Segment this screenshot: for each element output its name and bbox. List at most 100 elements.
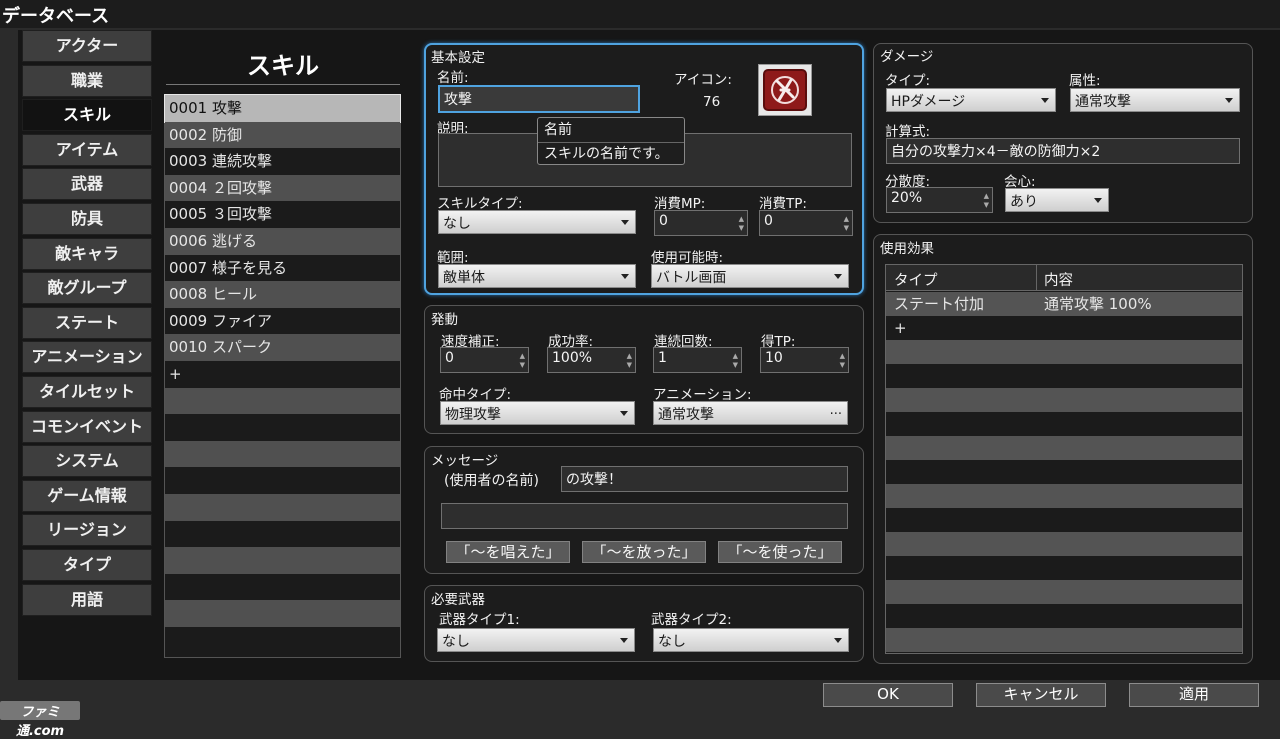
- list-item[interactable]: 0003 連続攻撃: [165, 148, 400, 175]
- spin-down-icon[interactable]: ▼: [627, 361, 632, 369]
- mp-cost-stepper[interactable]: 0 ▲ ▼: [654, 210, 748, 236]
- critical-dropdown[interactable]: あり: [1005, 188, 1109, 212]
- empty-row[interactable]: [886, 628, 1242, 652]
- empty-row[interactable]: [165, 521, 400, 548]
- cancel-button[interactable]: キャンセル: [976, 683, 1106, 707]
- list-item[interactable]: 0001 攻撃: [164, 94, 401, 123]
- list-item[interactable]: 0004 ２回攻撃: [165, 174, 400, 202]
- scope-dropdown[interactable]: 敵単体: [438, 264, 636, 288]
- watermark-logo: ファミ通.com: [0, 701, 80, 739]
- tp-gain-stepper[interactable]: 10 ▲ ▼: [760, 347, 849, 373]
- list-item[interactable]: 0007 様子を見る: [165, 255, 400, 282]
- list-item[interactable]: 0010 スパーク: [165, 334, 400, 361]
- sidebar-item[interactable]: アクター: [22, 30, 152, 62]
- empty-row[interactable]: [886, 364, 1242, 388]
- sidebar-item[interactable]: 武器: [22, 168, 152, 201]
- empty-row[interactable]: [886, 436, 1242, 460]
- empty-row[interactable]: [165, 547, 400, 574]
- spin-up-icon[interactable]: ▲: [840, 352, 845, 360]
- empty-row[interactable]: [886, 388, 1242, 412]
- invocation-panel: 発動 速度補正: 0 ▲ ▼ 成功率: 100% ▲ ▼ 連続回数: 1 ▲ ▼ 得T…: [424, 305, 864, 434]
- speed-stepper[interactable]: 0 ▲ ▼: [440, 347, 529, 373]
- variance-stepper[interactable]: 20% ▲ ▼: [886, 187, 993, 213]
- sidebar-item[interactable]: アニメーション: [22, 341, 152, 374]
- empty-row[interactable]: [886, 556, 1242, 580]
- sidebar-item[interactable]: アイテム: [22, 133, 152, 166]
- skill-list[interactable]: 0001 攻撃 0002 防御 0003 連続攻撃 0004 ２回攻撃 0005 ３回攻…: [164, 94, 401, 658]
- animation-selector[interactable]: 通常攻撃 ...: [653, 401, 848, 425]
- empty-row[interactable]: [886, 532, 1242, 556]
- element-dropdown[interactable]: 通常攻撃: [1070, 88, 1240, 112]
- empty-row[interactable]: [165, 600, 400, 627]
- hit-type-dropdown[interactable]: 物理攻撃: [440, 401, 635, 425]
- sidebar-item[interactable]: システム: [22, 445, 152, 478]
- empty-row[interactable]: [165, 440, 400, 468]
- empty-row[interactable]: [165, 467, 400, 494]
- empty-row[interactable]: [886, 580, 1242, 604]
- sidebar-item[interactable]: ステート: [22, 306, 152, 339]
- icon-picker[interactable]: [758, 64, 812, 116]
- sidebar-item[interactable]: タイプ: [22, 549, 152, 581]
- sidebar-item[interactable]: 敵キャラ: [22, 237, 152, 270]
- apply-button[interactable]: 適用: [1129, 683, 1259, 707]
- use-button[interactable]: 「～を使った」: [718, 541, 842, 563]
- empty-row[interactable]: [886, 604, 1242, 628]
- damage-type-dropdown[interactable]: HPダメージ: [886, 88, 1056, 112]
- ok-button[interactable]: OK: [823, 683, 953, 707]
- empty-row[interactable]: [886, 340, 1242, 364]
- sidebar-item[interactable]: 職業: [22, 64, 152, 97]
- empty-row[interactable]: [886, 508, 1242, 532]
- spin-down-icon[interactable]: ▼: [840, 361, 845, 369]
- spin-up-icon[interactable]: ▲: [627, 352, 632, 360]
- list-item[interactable]: 0009 ファイア: [165, 308, 400, 335]
- list-item[interactable]: 0006 逃げる: [165, 228, 400, 255]
- add-effect-row[interactable]: +: [886, 316, 1242, 340]
- spin-down-icon[interactable]: ▼: [984, 201, 989, 209]
- weapon-type2-dropdown[interactable]: なし: [653, 628, 849, 652]
- tp-cost-stepper[interactable]: 0 ▲ ▼: [759, 210, 853, 236]
- sidebar-item[interactable]: 用語: [22, 583, 152, 616]
- empty-row[interactable]: [165, 414, 400, 441]
- formula-input[interactable]: 自分の攻撃力×4－敵の防御力×2: [886, 138, 1240, 164]
- success-rate-stepper[interactable]: 100% ▲ ▼: [547, 347, 636, 373]
- sidebar-item[interactable]: 敵グループ: [22, 272, 152, 305]
- message-line1-input[interactable]: の攻撃！: [561, 466, 848, 492]
- chant-button[interactable]: 「～を唱えた」: [446, 541, 570, 563]
- hit-type-label: 命中タイプ:: [439, 387, 512, 403]
- skill-type-dropdown[interactable]: なし: [438, 210, 636, 234]
- add-skill-row[interactable]: +: [165, 361, 400, 388]
- spin-down-icon[interactable]: ▼: [733, 361, 738, 369]
- message-line2-input[interactable]: [441, 503, 848, 529]
- list-item[interactable]: 0005 ３回攻撃: [165, 201, 400, 228]
- sidebar-item[interactable]: ゲーム情報: [22, 479, 152, 512]
- spin-up-icon[interactable]: ▲: [733, 352, 738, 360]
- empty-row[interactable]: [165, 494, 400, 521]
- occasion-dropdown[interactable]: バトル画面: [651, 264, 849, 288]
- name-input[interactable]: 攻撃: [438, 85, 640, 113]
- spin-up-icon[interactable]: ▲: [844, 215, 849, 223]
- sidebar-item[interactable]: タイルセット: [22, 376, 152, 408]
- spin-up-icon[interactable]: ▲: [984, 192, 989, 200]
- empty-row[interactable]: [886, 412, 1242, 436]
- sidebar-item[interactable]: スキル: [22, 99, 152, 132]
- empty-row[interactable]: [165, 574, 400, 601]
- spin-up-icon[interactable]: ▲: [520, 352, 525, 360]
- list-item[interactable]: 0008 ヒール: [165, 281, 400, 308]
- weapon-type1-dropdown[interactable]: なし: [437, 628, 635, 652]
- list-item[interactable]: 0002 防御: [165, 121, 400, 149]
- sidebar-item[interactable]: 防具: [22, 203, 152, 235]
- spin-up-icon[interactable]: ▲: [739, 215, 744, 223]
- empty-row[interactable]: [165, 387, 400, 415]
- sidebar-item[interactable]: コモンイベント: [22, 410, 152, 443]
- spin-down-icon[interactable]: ▼: [739, 224, 744, 232]
- sidebar-item[interactable]: リージョン: [22, 514, 152, 547]
- spin-down-icon[interactable]: ▼: [844, 224, 849, 232]
- empty-row[interactable]: [165, 627, 400, 654]
- effects-table[interactable]: タイプ 内容 ステート付加 通常攻撃 100% +: [885, 264, 1243, 654]
- spin-down-icon[interactable]: ▼: [520, 361, 525, 369]
- repeats-stepper[interactable]: 1 ▲ ▼: [653, 347, 742, 373]
- release-button[interactable]: 「～を放った」: [582, 541, 706, 563]
- empty-row[interactable]: [886, 484, 1242, 508]
- empty-row[interactable]: [886, 460, 1242, 484]
- effect-row[interactable]: ステート付加 通常攻撃 100%: [886, 292, 1242, 316]
